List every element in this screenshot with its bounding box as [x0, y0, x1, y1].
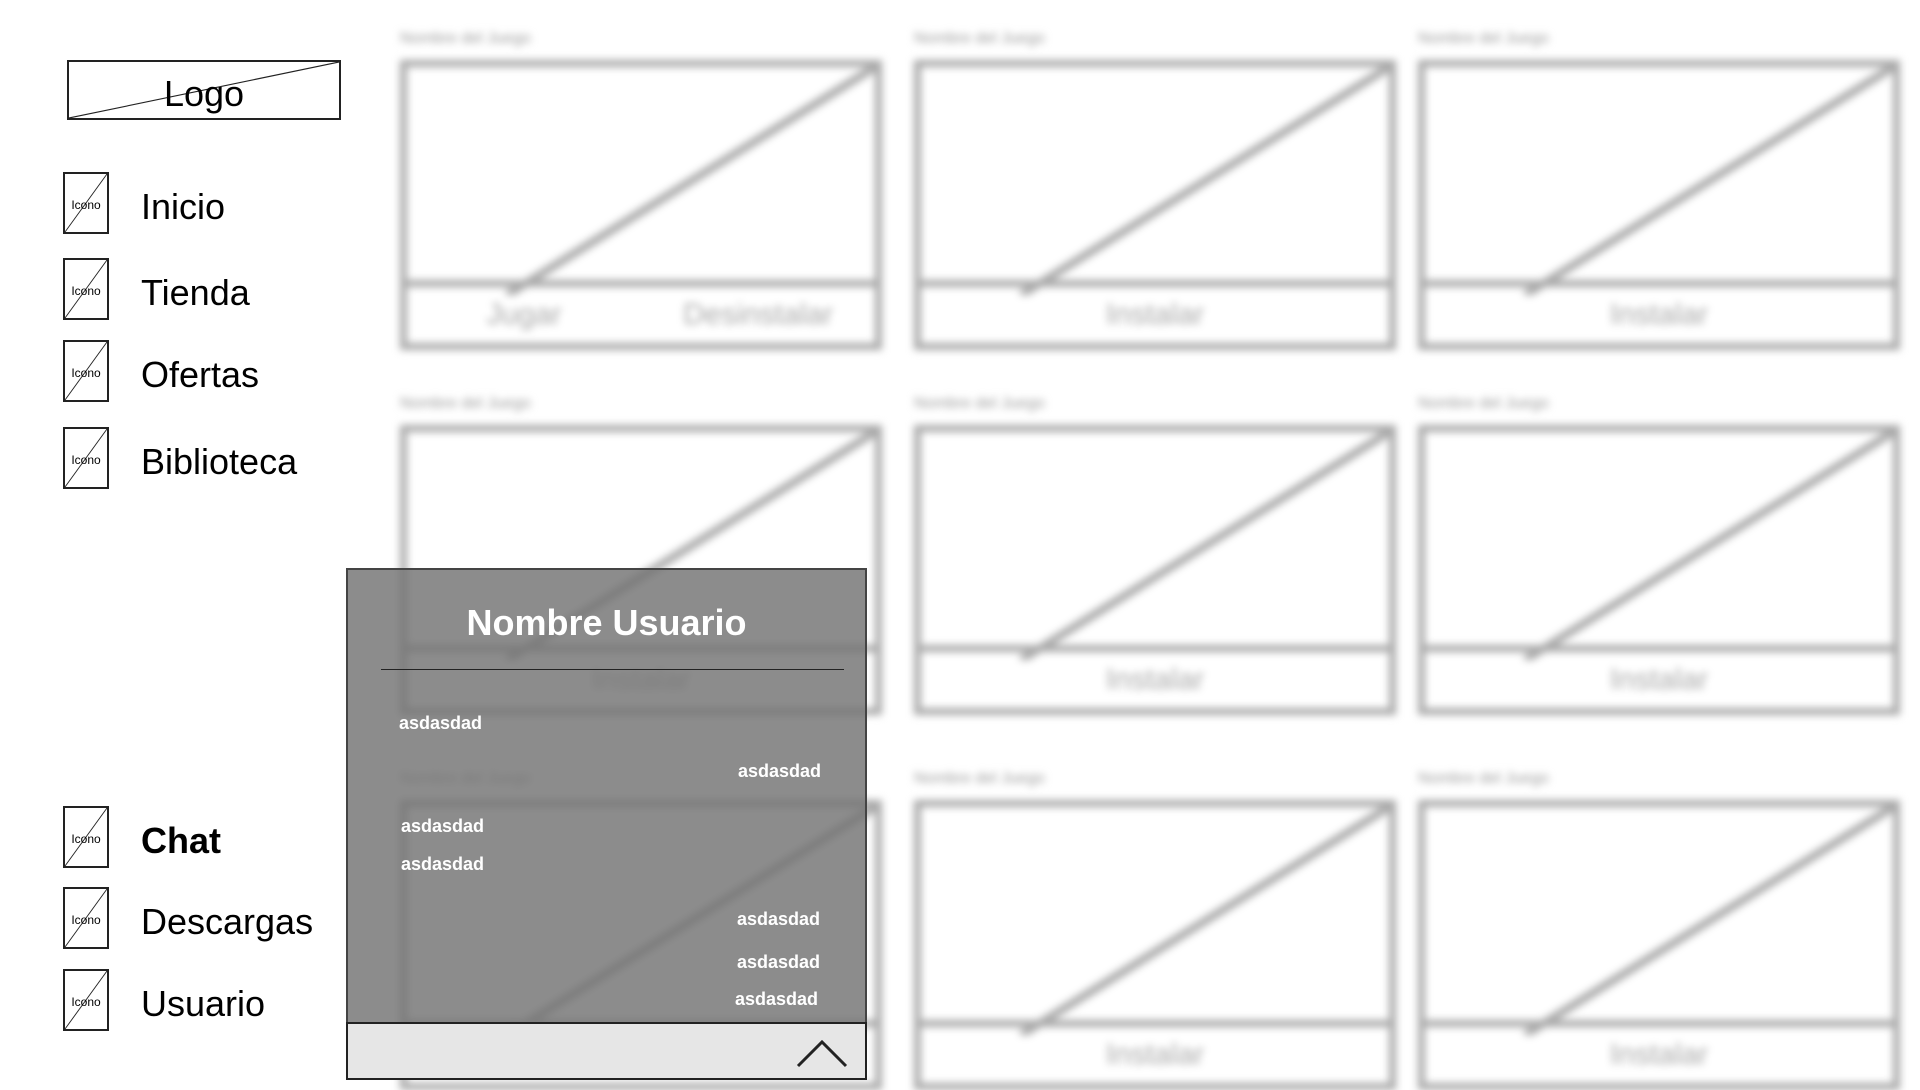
- chat-message-received: asdasdad: [401, 854, 485, 874]
- sidebar-item-label: Inicio: [141, 186, 226, 227]
- placeholder-icon: Icono: [63, 806, 109, 868]
- game-name: Nombre del Juego: [914, 770, 1045, 787]
- sidebar-item-usuario[interactable]: Icono Usuario: [63, 969, 265, 1031]
- icon-label: Icono: [71, 832, 101, 846]
- icon-label: Icono: [71, 913, 101, 927]
- chat-message-sent: asdasdad: [738, 761, 822, 781]
- sidebar-item-label: Tienda: [141, 272, 250, 313]
- sidebar-item-tienda[interactable]: Icono Tienda: [63, 258, 250, 320]
- chat-message-sent: asdasdad: [737, 909, 821, 929]
- placeholder-icon: Icono: [63, 172, 109, 234]
- logo[interactable]: Logo: [67, 60, 341, 120]
- game-name: Nombre del Juego: [1418, 30, 1549, 47]
- install-button[interactable]: Instalar: [1425, 645, 1893, 708]
- game-card[interactable]: Nombre del Juego Instalar: [914, 770, 1396, 1090]
- uninstall-button[interactable]: Desinstalar: [641, 298, 875, 332]
- placeholder-icon: Icono: [63, 887, 109, 949]
- game-name: Nombre del Juego: [400, 30, 531, 47]
- sidebar-item-label: Descargas: [141, 901, 314, 942]
- icon-label: Icono: [71, 366, 101, 380]
- sidebar-item-chat[interactable]: Icono Chat: [63, 806, 221, 868]
- game-name: Nombre del Juego: [1418, 770, 1549, 787]
- sidebar-item-label: Ofertas: [141, 354, 260, 395]
- install-button[interactable]: Instalar: [1425, 280, 1893, 343]
- install-button[interactable]: Instalar: [921, 1020, 1389, 1083]
- sidebar-item-biblioteca[interactable]: Icono Biblioteca: [63, 427, 297, 489]
- game-thumbnail: Instalar: [914, 60, 1396, 350]
- install-button[interactable]: Instalar: [1425, 1020, 1893, 1083]
- game-actions: Jugar Desinstalar: [407, 280, 875, 343]
- chat-message-sent: asdasdad: [737, 952, 821, 972]
- play-button[interactable]: Jugar: [407, 298, 641, 332]
- sidebar-item-label: Biblioteca: [141, 441, 298, 482]
- game-thumbnail: Instalar: [1418, 425, 1900, 715]
- placeholder-icon: Icono: [63, 340, 109, 402]
- game-card[interactable]: Nombre del Juego Instalar: [1418, 395, 1900, 715]
- chat-message-received: asdasdad: [401, 816, 485, 836]
- placeholder-icon: Icono: [63, 258, 109, 320]
- game-thumbnail: Instalar: [1418, 60, 1900, 350]
- sidebar-item-label: Chat: [141, 820, 221, 861]
- game-card[interactable]: Nombre del Juego Instalar: [914, 30, 1396, 350]
- game-name: Nombre del Juego: [914, 30, 1045, 47]
- logo-label: Logo: [163, 73, 245, 114]
- game-thumbnail: Instalar: [914, 800, 1396, 1090]
- game-name: Nombre del Juego: [1418, 395, 1549, 412]
- chat-divider: [381, 669, 844, 670]
- game-thumbnail: Jugar Desinstalar: [400, 60, 882, 350]
- icon-label: Icono: [71, 453, 101, 467]
- game-card[interactable]: Nombre del Juego Instalar: [914, 395, 1396, 715]
- sidebar-item-ofertas[interactable]: Icono Ofertas: [63, 340, 259, 402]
- icon-label: Icono: [71, 995, 101, 1009]
- game-thumbnail: Instalar: [1418, 800, 1900, 1090]
- chat-panel: Nombre Usuario asdasdad asdasdad asdasda…: [346, 568, 867, 1080]
- game-name: Nombre del Juego: [914, 395, 1045, 412]
- sidebar-item-label: Usuario: [141, 983, 266, 1024]
- install-button[interactable]: Instalar: [921, 645, 1389, 708]
- game-thumbnail: Instalar: [914, 425, 1396, 715]
- sidebar-item-inicio[interactable]: Icono Inicio: [63, 172, 225, 234]
- placeholder-icon: Icono: [63, 969, 109, 1031]
- chat-message-received: asdasdad: [399, 713, 483, 733]
- game-name: Nombre del Juego: [400, 395, 531, 412]
- chat-user-name: Nombre Usuario: [466, 602, 747, 643]
- chat-message-sent: asdasdad: [735, 989, 819, 1009]
- game-card[interactable]: Nombre del Juego Instalar: [1418, 30, 1900, 350]
- game-card[interactable]: Nombre del Juego Jugar Desinstalar: [400, 30, 882, 350]
- chevron-up-icon[interactable]: [795, 1034, 849, 1070]
- placeholder-icon: Icono: [63, 427, 109, 489]
- game-card[interactable]: Nombre del Juego Instalar: [1418, 770, 1900, 1090]
- install-button[interactable]: Instalar: [921, 280, 1389, 343]
- sidebar-item-descargas[interactable]: Icono Descargas: [63, 887, 313, 949]
- chat-collapse-bar[interactable]: [346, 1022, 867, 1080]
- icon-label: Icono: [71, 284, 101, 298]
- icon-label: Icono: [71, 198, 101, 212]
